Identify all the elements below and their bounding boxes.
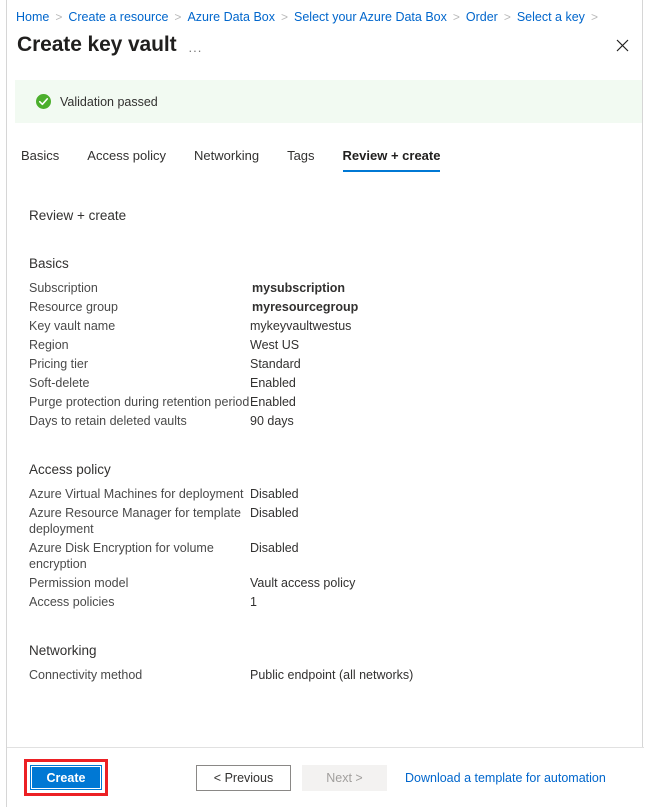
section-title: Access policy bbox=[29, 462, 111, 477]
review-row-label: Key vault name bbox=[29, 319, 116, 333]
review-row-value: West US bbox=[250, 338, 300, 352]
review-row-label: Resource group bbox=[29, 300, 118, 314]
tab-tags[interactable]: Tags bbox=[287, 148, 314, 172]
tab-access-policy[interactable]: Access policy bbox=[87, 148, 166, 172]
breadcrumb-item[interactable]: Select your Azure Data Box bbox=[294, 10, 447, 24]
create-button-highlight: Create bbox=[24, 759, 108, 796]
review-row: Key vault name mykeyvaultwestus bbox=[29, 318, 644, 334]
tab-networking[interactable]: Networking bbox=[194, 148, 259, 172]
close-icon[interactable] bbox=[610, 33, 634, 57]
review-row-value: 1 bbox=[250, 595, 257, 609]
tab-review-create[interactable]: Review + create bbox=[342, 148, 441, 172]
more-options-icon[interactable]: ... bbox=[189, 41, 203, 54]
review-row-value: Enabled bbox=[250, 376, 296, 390]
review-row: Azure Virtual Machines for deployment Dis… bbox=[29, 486, 644, 502]
blade-footer: Create < Previous Next > Download a temp… bbox=[7, 747, 644, 807]
review-row: Subscription mysubscription bbox=[29, 280, 644, 296]
review-row: Permission model Vault access policy bbox=[29, 575, 644, 591]
review-row-value: Enabled bbox=[250, 395, 296, 409]
review-row-value: Disabled bbox=[250, 541, 299, 555]
review-row-value: 90 days bbox=[250, 414, 294, 428]
review-row-value: mykeyvaultwestus bbox=[250, 319, 352, 333]
review-row: Connectivity method Public endpoint (all … bbox=[29, 667, 644, 683]
tab-strip: Basics Access policy Networking Tags Review … bbox=[21, 148, 468, 178]
review-row-label: Days to retain deleted vaults bbox=[29, 414, 187, 428]
review-row-label: Azure Virtual Machines for deployment bbox=[29, 487, 244, 501]
review-row-label: Soft-delete bbox=[29, 376, 90, 390]
review-row: Pricing tier Standard bbox=[29, 356, 644, 372]
blade-title-row: Create key vault ... bbox=[17, 28, 633, 62]
review-row: Soft-delete Enabled bbox=[29, 375, 644, 391]
breadcrumb-separator-icon: > bbox=[503, 9, 511, 24]
next-button: Next > bbox=[302, 764, 387, 791]
review-row-label: Azure Disk Encryption for volume encrypt… bbox=[29, 541, 214, 571]
review-sections: Basics Subscription mysubscription Resource… bbox=[7, 256, 644, 683]
download-template-link[interactable]: Download a template for automation bbox=[405, 771, 606, 785]
review-row-value: mysubscription bbox=[252, 281, 346, 295]
review-row-value: Disabled bbox=[250, 506, 299, 520]
breadcrumb-item[interactable]: Order bbox=[466, 10, 498, 24]
review-row: Days to retain deleted vaults 90 days bbox=[29, 413, 644, 429]
review-row-label: Azure Resource Manager for template depl… bbox=[29, 506, 241, 536]
previous-button[interactable]: < Previous bbox=[196, 764, 291, 791]
page-title: Create key vault bbox=[17, 33, 177, 56]
review-row-value: Standard bbox=[250, 357, 301, 371]
check-circle-icon bbox=[36, 94, 51, 109]
review-row: Azure Resource Manager for template depl… bbox=[29, 505, 644, 537]
review-row: Region West US bbox=[29, 337, 644, 353]
review-create-heading: Review + create bbox=[29, 208, 127, 223]
validation-banner: Validation passed bbox=[15, 80, 642, 123]
breadcrumb-separator-icon: > bbox=[55, 9, 63, 24]
breadcrumb-item[interactable]: Select a key bbox=[517, 10, 585, 24]
review-row-label: Access policies bbox=[29, 595, 115, 609]
breadcrumb-item[interactable]: Create a resource bbox=[68, 10, 168, 24]
validation-banner-text: Validation passed bbox=[60, 94, 158, 109]
breadcrumb-separator-icon: > bbox=[452, 9, 460, 24]
review-row-value: Disabled bbox=[250, 487, 299, 501]
breadcrumb-separator-icon: > bbox=[174, 9, 182, 24]
review-row-label: Subscription bbox=[29, 281, 98, 295]
breadcrumb-separator-icon: > bbox=[590, 9, 598, 24]
review-row-value: myresourcegroup bbox=[252, 300, 359, 314]
review-row-label: Pricing tier bbox=[29, 357, 89, 371]
review-row-label: Connectivity method bbox=[29, 668, 143, 682]
review-row-label: Permission model bbox=[29, 576, 129, 590]
create-key-vault-blade: Home > Create a resource > Azure Data Box > Se… bbox=[6, 0, 644, 807]
tab-basics[interactable]: Basics bbox=[21, 148, 59, 172]
breadcrumb-separator-icon: > bbox=[280, 9, 288, 24]
review-row-value: Vault access policy bbox=[250, 576, 356, 590]
create-button[interactable]: Create bbox=[30, 765, 102, 790]
review-row-label: Purge protection during retention period bbox=[29, 395, 250, 409]
review-row: Resource group myresourcegroup bbox=[29, 299, 644, 315]
review-row: Purge protection during retention period… bbox=[29, 394, 644, 410]
section-title: Basics bbox=[29, 256, 69, 271]
review-row-value: Public endpoint (all networks) bbox=[250, 668, 414, 682]
breadcrumb: Home > Create a resource > Azure Data Box > Se… bbox=[16, 8, 604, 25]
review-content: Review + create Basics Subscription mysubs… bbox=[7, 195, 644, 748]
review-row: Azure Disk Encryption for volume encrypt… bbox=[29, 540, 644, 572]
review-row: Access policies 1 bbox=[29, 594, 644, 610]
section-title: Networking bbox=[29, 643, 97, 658]
breadcrumb-item[interactable]: Home bbox=[16, 10, 49, 24]
breadcrumb-item[interactable]: Azure Data Box bbox=[187, 10, 275, 24]
review-row-label: Region bbox=[29, 338, 69, 352]
